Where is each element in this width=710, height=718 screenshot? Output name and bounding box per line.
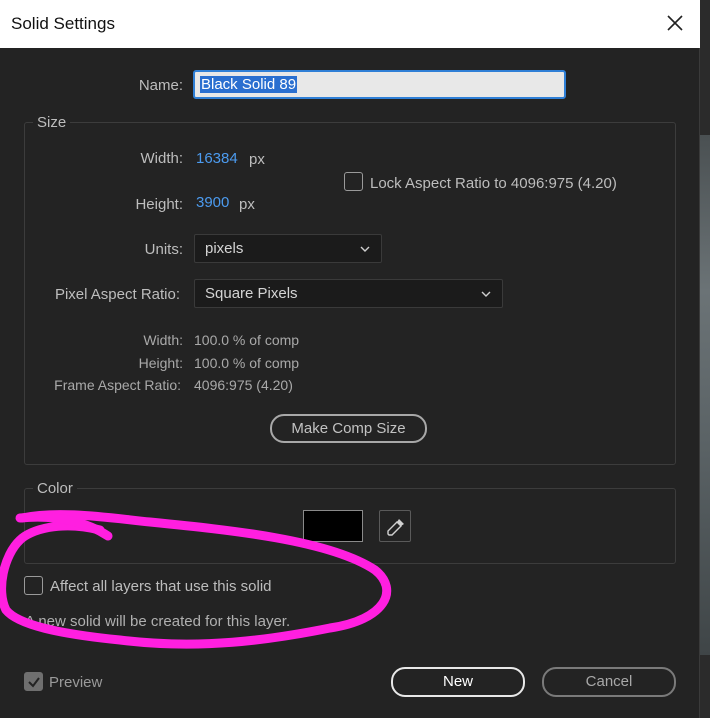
color-swatch[interactable] — [303, 510, 363, 542]
title-bar: Solid Settings — [0, 0, 700, 48]
units-select-value: pixels — [205, 240, 244, 257]
checkmark-icon — [28, 677, 40, 688]
info-height-value: 100.0 % of comp — [194, 355, 300, 371]
chevron-down-icon — [481, 291, 491, 297]
info-frame-aspect-value: 4096:975 (4.20) — [194, 377, 293, 393]
preview-checkbox[interactable] — [24, 672, 43, 691]
info-width-label: Width: — [143, 332, 183, 348]
eyedropper-button[interactable] — [379, 510, 411, 542]
dialog-title: Solid Settings — [11, 14, 115, 33]
height-label: Height: — [135, 196, 183, 213]
close-icon — [667, 15, 683, 31]
name-input[interactable]: Black Solid 89 — [193, 70, 566, 99]
make-comp-size-button[interactable]: Make Comp Size — [270, 414, 427, 443]
pixel-aspect-select[interactable]: Square Pixels — [194, 279, 503, 308]
lock-aspect-label: Lock Aspect Ratio to 4096:975 (4.20) — [370, 175, 617, 192]
info-height-label: Height: — [138, 355, 183, 371]
lock-aspect-checkbox[interactable] — [344, 172, 363, 191]
name-label: Name: — [138, 77, 183, 94]
background-image-strip — [700, 135, 710, 655]
cancel-button[interactable]: Cancel — [542, 667, 676, 697]
height-value[interactable]: 3900 — [196, 194, 229, 211]
info-frame-aspect-label: Frame Aspect Ratio: — [54, 377, 181, 393]
pixel-aspect-label: Pixel Aspect Ratio: — [54, 286, 180, 303]
close-button[interactable] — [664, 12, 686, 34]
solid-settings-dialog: Solid Settings Name: Black Solid 89 Size… — [0, 0, 700, 718]
affect-all-layers-checkbox[interactable] — [24, 576, 43, 595]
width-label: Width: — [140, 150, 183, 167]
new-solid-note: A new solid will be created for this lay… — [25, 613, 291, 630]
chevron-down-icon — [360, 246, 370, 252]
name-input-value: Black Solid 89 — [200, 76, 298, 93]
color-group-title: Color — [33, 480, 77, 497]
new-button[interactable]: New — [391, 667, 525, 697]
info-width-value: 100.0 % of comp — [194, 332, 300, 348]
pixel-aspect-select-value: Square Pixels — [205, 285, 298, 302]
units-label: Units: — [144, 241, 183, 258]
width-value[interactable]: 16384 — [196, 150, 238, 167]
affect-all-layers-label: Affect all layers that use this solid — [50, 578, 272, 595]
height-unit: px — [239, 196, 255, 213]
size-group-title: Size — [33, 114, 71, 131]
preview-label: Preview — [49, 674, 103, 691]
width-unit: px — [249, 151, 265, 168]
units-select[interactable]: pixels — [194, 234, 382, 263]
eyedropper-icon — [387, 519, 404, 536]
